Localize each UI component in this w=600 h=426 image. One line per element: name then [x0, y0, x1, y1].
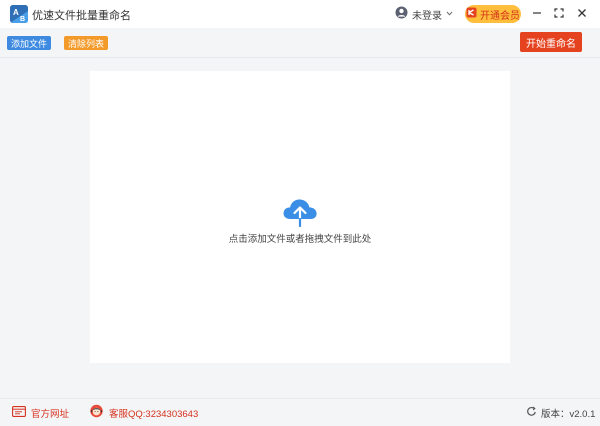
svg-text:A: A	[13, 8, 19, 17]
login-label: 未登录	[412, 10, 442, 22]
customer-service-icon	[89, 404, 104, 422]
version-label: 版本：v2.0.1	[541, 409, 596, 420]
title-bar: A B 优速文件批量重命名 未登录 开通会员	[0, 0, 600, 28]
maximize-button[interactable]	[551, 6, 567, 22]
toolbar: 添加文件 清除列表 开始重命名	[0, 28, 600, 58]
add-files-button[interactable]: 添加文件	[7, 36, 52, 50]
app-title: 优速文件批量重命名	[32, 10, 131, 22]
start-rename-button[interactable]: 开始重命名	[520, 32, 582, 52]
minimize-button[interactable]	[529, 6, 545, 22]
support-label: 客服QQ:3234303643	[109, 409, 199, 420]
vip-label: 开通会员	[480, 10, 520, 22]
vip-icon	[466, 7, 477, 21]
chevron-down-icon	[446, 8, 453, 20]
version-info: 版本：v2.0.1	[526, 406, 595, 420]
minimize-icon	[532, 8, 542, 21]
cloud-upload-icon	[281, 195, 319, 229]
website-link[interactable]: 官方网址	[12, 406, 69, 420]
drop-hint-text: 点击添加文件或者拖拽文件到此处	[228, 234, 372, 245]
file-drop-zone[interactable]: 点击添加文件或者拖拽文件到此处	[90, 71, 510, 363]
user-icon	[395, 6, 408, 22]
close-icon	[577, 8, 587, 21]
website-label: 官方网址	[31, 409, 70, 420]
app-logo-icon: A B	[10, 5, 28, 23]
clear-list-button[interactable]: 清除列表	[64, 36, 109, 50]
refresh-icon[interactable]	[526, 406, 537, 420]
login-button[interactable]: 未登录	[395, 5, 453, 23]
close-button[interactable]	[574, 6, 590, 22]
footer: 官方网址 客服QQ:3234303643 版本：v2.0.1	[0, 398, 600, 426]
vip-button[interactable]: 开通会员	[465, 5, 521, 23]
support-qq-link[interactable]: 客服QQ:3234303643	[89, 404, 199, 422]
maximize-icon	[554, 7, 564, 21]
svg-text:B: B	[20, 16, 25, 23]
browser-icon	[12, 406, 26, 420]
